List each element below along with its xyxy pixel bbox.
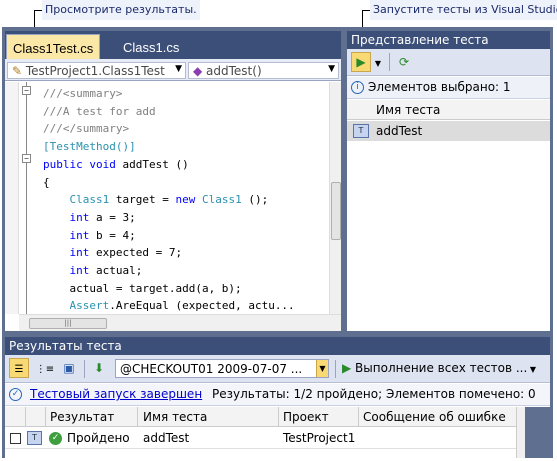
list-results-icon: ☰ bbox=[14, 364, 24, 375]
group-by-button[interactable]: ⋮≡ bbox=[35, 358, 55, 378]
tab-class1[interactable]: Class1.cs bbox=[117, 34, 185, 59]
test-view-toolbar: ▶ ▼ ⟳ bbox=[347, 49, 550, 76]
method-icon: ◆ bbox=[193, 64, 207, 78]
code-line: ///A test for add bbox=[43, 104, 156, 118]
callout-line-left-h bbox=[34, 10, 42, 11]
code-line: ///</summary> bbox=[43, 122, 130, 136]
chevron-down-icon: ▼ bbox=[527, 365, 536, 374]
toolbar-separator bbox=[84, 360, 85, 378]
vertical-scrollbar[interactable] bbox=[329, 82, 341, 314]
chevron-down-icon: ▼ bbox=[175, 64, 182, 74]
horizontal-scrollbar[interactable]: ||| bbox=[19, 314, 341, 331]
member-dropdown[interactable]: ◆ addTest() ▼ bbox=[188, 62, 339, 79]
check-icon: ✓ bbox=[9, 388, 22, 401]
column-header-project[interactable]: Проект bbox=[283, 410, 329, 424]
column-header-test-name[interactable]: Имя теста bbox=[143, 410, 207, 424]
chevron-down-icon: ▼ bbox=[374, 59, 382, 68]
info-icon: i bbox=[351, 81, 364, 94]
test-run-selector[interactable]: @CHECKOUT01 2009-07-07 ... ▼ bbox=[115, 359, 329, 378]
code-line: int actual; bbox=[69, 264, 143, 277]
results-list-button[interactable]: ☰ bbox=[9, 358, 29, 378]
project-cell: TestProject1 bbox=[283, 431, 356, 445]
column-divider bbox=[278, 407, 279, 427]
panel-edge bbox=[525, 407, 550, 458]
column-header-error-message[interactable]: Сообщение об ошибке bbox=[363, 410, 506, 424]
outline-line bbox=[26, 82, 27, 314]
test-view-column-header[interactable]: Имя теста bbox=[347, 100, 550, 120]
class-icon: ✎ bbox=[12, 64, 26, 78]
chevron-down-icon: ▼ bbox=[316, 360, 328, 377]
scroll-thumb[interactable]: ||| bbox=[29, 318, 107, 329]
run-icon: ▶ bbox=[342, 361, 356, 375]
view-details-button[interactable]: ▣ bbox=[59, 358, 79, 378]
test-results-toolbar: ☰ ⋮≡ ▣ ⬇ @CHECKOUT01 2009-07-07 ... ▼ ▶ … bbox=[5, 355, 550, 383]
code-line: actual = target.add(a, b); bbox=[43, 281, 242, 295]
collapse-icon[interactable]: − bbox=[22, 86, 31, 95]
class-dropdown[interactable]: ✎ TestProject1.Class1Test ▼ bbox=[7, 62, 186, 79]
editor-gutter bbox=[5, 82, 19, 314]
tree-icon: ⋮≡ bbox=[35, 364, 55, 375]
code-line: Assert.AreEqual (expected, actu... bbox=[69, 299, 295, 313]
code-editor: Class1Test.cs Class1.cs ✎ TestProject1.C… bbox=[5, 31, 341, 331]
code-line: Class1 target = new Class1 (); bbox=[69, 193, 269, 207]
test-icon: T bbox=[27, 431, 42, 445]
editor-tabs: Class1Test.cs Class1.cs bbox=[5, 31, 341, 59]
column-divider bbox=[45, 407, 46, 427]
column-divider bbox=[358, 407, 359, 427]
code-line: ///<summary> bbox=[43, 87, 123, 100]
run-tests-button[interactable]: ▶ bbox=[351, 52, 371, 72]
test-run-status: ✓ Тестовый запуск завершен Результаты: 1/… bbox=[5, 384, 550, 406]
code-line: int a = 3; bbox=[69, 210, 136, 224]
run-options-dropdown[interactable]: ▼ bbox=[372, 52, 384, 72]
callout-run-tests: Запустите тесты из Visual Studio. bbox=[370, 0, 557, 20]
collapse-icon[interactable]: − bbox=[22, 154, 31, 163]
test-list-item[interactable]: T addTest bbox=[347, 121, 550, 141]
code-area[interactable]: − − ///<summary> ///A test for add ///</su… bbox=[19, 82, 329, 314]
column-divider bbox=[25, 407, 26, 427]
editor-navigation-bar: ✎ TestProject1.Class1Test ▼ ◆ addTest() … bbox=[5, 59, 341, 81]
callout-view-results: Просмотрите результаты. bbox=[42, 0, 200, 20]
results-grid-header: Результат Имя теста Проект Сообщение об … bbox=[5, 407, 550, 427]
result-cell: Пройдено bbox=[67, 431, 130, 445]
scroll-thumb[interactable] bbox=[331, 182, 341, 240]
row-checkbox[interactable] bbox=[10, 433, 21, 444]
test-view-title: Представление теста bbox=[347, 31, 550, 49]
code-line: { bbox=[43, 175, 50, 189]
test-results-title: Результаты теста bbox=[5, 337, 550, 355]
column-header-result[interactable]: Результат bbox=[50, 410, 114, 424]
check-circle-icon: ✓ bbox=[49, 432, 62, 445]
column-divider bbox=[137, 407, 138, 427]
import-results-button[interactable]: ⬇ bbox=[89, 358, 109, 378]
chevron-down-icon: ▼ bbox=[328, 64, 335, 74]
test-icon: T bbox=[353, 124, 369, 138]
test-view-status: i Элементов выбрано: 1 bbox=[347, 77, 550, 99]
table-row[interactable]: T ✓ Пройдено addTest TestProject1 bbox=[5, 428, 550, 449]
callout-line-right-h bbox=[362, 10, 370, 11]
results-summary: Результаты: 1/2 пройдено; Элементов поме… bbox=[212, 387, 536, 401]
test-results-panel: Результаты теста ☰ ⋮≡ ▣ ⬇ @CHECKOUT01 20… bbox=[5, 337, 550, 458]
window-icon: ▣ bbox=[63, 361, 75, 375]
import-icon: ⬇ bbox=[93, 361, 105, 375]
refresh-icon: ⟳ bbox=[398, 55, 410, 69]
refresh-button[interactable]: ⟳ bbox=[394, 52, 414, 72]
toolbar-separator bbox=[335, 360, 336, 378]
code-line: int b = 4; bbox=[69, 228, 136, 242]
test-run-completed-link[interactable]: Тестовый запуск завершен bbox=[30, 387, 202, 401]
code-line: public void addTest () bbox=[43, 157, 189, 171]
run-all-tests-button[interactable]: ▶ Выполнение всех тестов ... ▼ bbox=[342, 361, 536, 375]
test-name-cell: addTest bbox=[143, 431, 190, 445]
toolbar-separator bbox=[389, 53, 390, 71]
run-tests-icon: ▶ bbox=[356, 55, 366, 69]
tab-class1test[interactable]: Class1Test.cs bbox=[6, 34, 101, 59]
code-line: int expected = 7; bbox=[69, 246, 183, 260]
code-line: [TestMethod()] bbox=[43, 140, 136, 154]
test-view-panel: Представление теста ▶ ▼ ⟳ i Элементов выб… bbox=[347, 31, 550, 331]
